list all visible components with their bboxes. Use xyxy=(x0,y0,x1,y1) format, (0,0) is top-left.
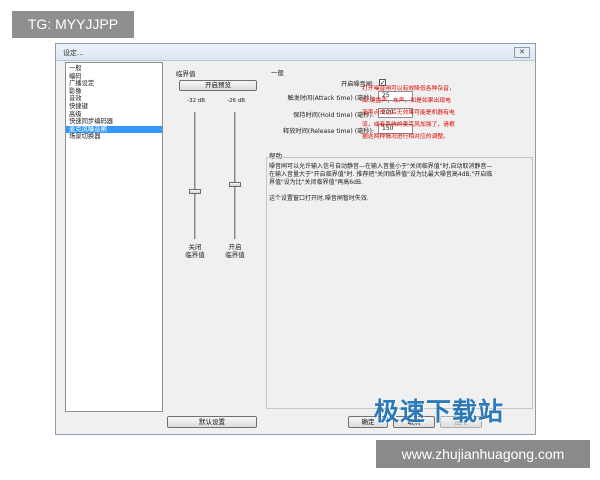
close-threshold-slider-track[interactable] xyxy=(194,112,196,239)
sidebar-item-scene-switcher[interactable]: 场景切换器 xyxy=(66,133,162,141)
open-threshold-label: 开启 临界值 xyxy=(220,243,250,259)
preview-button[interactable]: 开启预览 xyxy=(179,80,257,91)
help-line: 这个设置窗口打开时,噪音闸暂时失效. xyxy=(269,195,369,202)
open-threshold-slider-track[interactable] xyxy=(234,112,236,239)
note-line: 打开噪音闸可以有效降低各种杂音， xyxy=(362,86,455,92)
settings-category-list[interactable]: 一般 编码 广播设定 影像 音效 快捷键 高级 快速同步编码器 麦克风噪音闸 场… xyxy=(65,62,163,412)
close-threshold-label: 关闭 临界值 xyxy=(180,243,210,259)
help-spacer xyxy=(269,187,531,195)
watermark-url: www.zhujianhuagong.com xyxy=(376,440,590,468)
attack-time-label: 触发时间(Attack time) (毫秒): xyxy=(287,95,374,102)
release-time-label: 释放时间(Release time) (毫秒): xyxy=(283,128,374,135)
hold-time-label: 保持时间(Hold time) (毫秒): xyxy=(293,112,374,119)
close-icon[interactable]: ✕ xyxy=(514,47,530,58)
title-bar: 设定... ✕ xyxy=(56,44,535,61)
sidebar-item-quicksync[interactable]: 快速同步编码器 xyxy=(66,118,162,126)
close-threshold-label-line2: 临界值 xyxy=(185,251,205,259)
watermark-label: TG: MYYJJPP xyxy=(12,11,134,38)
watermark-logo: 极速下载站 xyxy=(374,397,505,426)
window-title: 设定... xyxy=(63,49,84,57)
close-threshold-db: -32 dB xyxy=(187,98,205,104)
note-line: 如:键盘声，车声，如是如果出现电 xyxy=(362,98,451,104)
noise-gate-note: 打开噪音闸可以有效降低各种杂音， 如:键盘声，车声，如是如果出现电 流声点击之后… xyxy=(362,83,497,143)
default-settings-button[interactable]: 默认设置 xyxy=(167,416,257,428)
open-threshold-label-line1: 开启 xyxy=(228,243,242,251)
sidebar-item-hotkeys[interactable]: 快捷键 xyxy=(66,103,162,111)
open-threshold-label-line2: 临界值 xyxy=(225,251,245,259)
open-threshold-slider-thumb[interactable] xyxy=(229,182,241,188)
sidebar-item-general[interactable]: 一般 xyxy=(66,65,162,73)
help-line: 在输入音量大于"开启临界值"时. 推荐把"关闭临界值"设为比最大噪音高4dB,"… xyxy=(269,171,493,178)
help-line: 界值"设为比"关闭临界值"再高6dB. xyxy=(269,179,363,186)
general-group-title: 一般 xyxy=(271,69,284,77)
threshold-group-title: 临界值 xyxy=(176,70,196,78)
open-threshold-db: -26 dB xyxy=(227,98,245,104)
note-line: 流，或者系统的麦克风加强了，请根 xyxy=(362,122,455,128)
close-threshold-slider-thumb[interactable] xyxy=(189,188,201,194)
close-threshold-label-line1: 关闭 xyxy=(188,243,202,251)
note-line: 据这两种情况进行相对应的调整。 xyxy=(362,134,449,140)
help-line: 噪音闸可以允许输入信号自动静音—在输入音量小于"关闭临界值"时,自动取消静音— xyxy=(269,163,493,170)
help-text: 噪音闸可以允许输入信号自动静音—在输入音量小于"关闭临界值"时,自动取消静音— … xyxy=(269,163,531,203)
note-line: 流声点击之后无效果可能是机器有电 xyxy=(362,110,455,116)
sidebar-item-audio[interactable]: 音效 xyxy=(66,95,162,103)
sidebar-item-broadcast[interactable]: 广播设定 xyxy=(66,80,162,88)
